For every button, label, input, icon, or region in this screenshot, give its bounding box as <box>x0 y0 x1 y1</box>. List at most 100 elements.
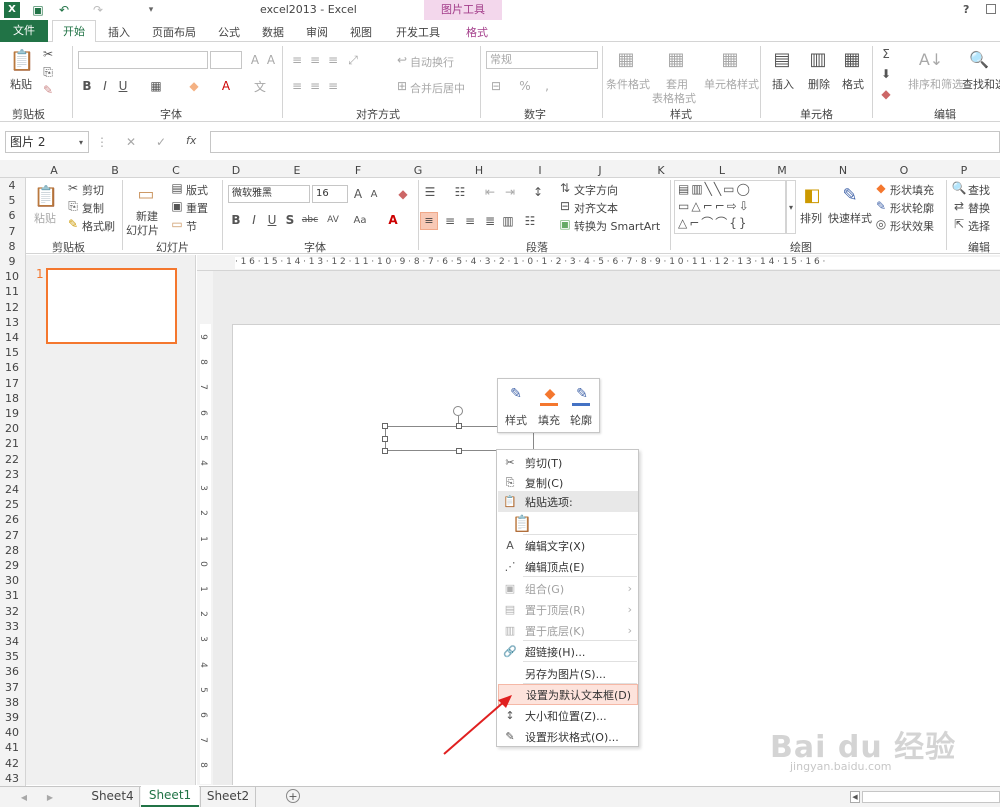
merge-center-button[interactable]: 合并后居中 <box>410 80 465 96</box>
align-center-icon[interactable]: ≡ <box>308 78 322 94</box>
scroll-left-icon[interactable]: ◀ <box>850 791 860 803</box>
horizontal-scrollbar[interactable] <box>862 791 1000 803</box>
distribute-icon[interactable]: ▥ <box>500 212 516 230</box>
sheet-tab-sheet4[interactable]: Sheet4 <box>86 787 140 807</box>
ppt-font-name-dropdown[interactable]: 微软雅黑 <box>228 185 310 203</box>
smartart-button[interactable]: 转换为 SmartArt <box>574 218 660 234</box>
row-header[interactable]: 20 <box>0 422 24 435</box>
column-header[interactable]: B <box>109 164 121 177</box>
autosum-icon[interactable]: Σ <box>878 46 894 62</box>
smartart-icon[interactable]: ▣ <box>558 216 572 232</box>
next-sheet-icon[interactable]: ▶ <box>44 789 56 805</box>
column-header[interactable]: J <box>594 164 606 177</box>
row-header[interactable]: 5 <box>0 194 24 207</box>
resize-handle-bl[interactable] <box>382 448 388 454</box>
row-header[interactable]: 7 <box>0 225 24 238</box>
bold-icon[interactable]: B <box>80 78 94 94</box>
ppt-select-icon[interactable]: ⇱ <box>952 216 966 232</box>
ppt-cut-icon[interactable]: ✂ <box>66 180 80 196</box>
ppt-grow-font-icon[interactable]: A <box>352 186 364 202</box>
shape-outline-button[interactable]: 形状轮廓 <box>890 200 934 216</box>
row-header[interactable]: 38 <box>0 696 24 709</box>
sheet-tab-sheet2[interactable]: Sheet2 <box>200 787 256 807</box>
format-cells-button[interactable]: 格式 <box>842 76 864 92</box>
row-header[interactable]: 39 <box>0 711 24 724</box>
align-top-icon[interactable]: ≡ <box>290 52 304 68</box>
cell-style-icon[interactable]: ▦ <box>718 46 742 72</box>
context-menu-item[interactable]: 另存为图片(S)... <box>498 663 638 684</box>
line-spacing-icon[interactable]: ↕ <box>530 184 546 200</box>
row-header[interactable]: 15 <box>0 346 24 359</box>
resize-handle-bc[interactable] <box>456 448 462 454</box>
row-header[interactable]: 8 <box>0 240 24 253</box>
align-text-icon[interactable]: ⊟ <box>558 198 572 214</box>
arrange-button[interactable]: 排列 <box>800 210 822 226</box>
align-right-icon[interactable]: ≡ <box>326 78 340 94</box>
paste-icon[interactable]: 📋 <box>10 46 35 74</box>
style-icon[interactable]: ✎ <box>506 385 526 403</box>
column-header[interactable]: D <box>230 164 242 177</box>
ppt-copy-icon[interactable]: ⎘ <box>66 198 80 214</box>
ppt-font-size-dropdown[interactable]: 16 <box>312 185 348 203</box>
customize-qat-icon[interactable]: ▾ <box>145 2 157 18</box>
row-header[interactable]: 13 <box>0 316 24 329</box>
row-header[interactable]: 43 <box>0 772 24 785</box>
wrap-text-icon[interactable]: ↩ <box>396 52 408 68</box>
name-box-dropdown-icon[interactable]: ▾ <box>76 135 86 149</box>
row-header[interactable]: 24 <box>0 483 24 496</box>
column-header[interactable]: K <box>655 164 667 177</box>
context-menu-item[interactable]: 🔗 超链接(H)... <box>498 641 638 662</box>
column-header[interactable]: E <box>291 164 303 177</box>
column-header[interactable]: C <box>170 164 182 177</box>
accounting-icon[interactable]: ⊟ <box>488 78 504 94</box>
context-menu-item[interactable]: ▥ 置于底层(K) › <box>498 620 638 641</box>
ppt-copy-button[interactable]: 复制 <box>82 200 104 216</box>
row-header[interactable]: 30 <box>0 574 24 587</box>
fx-icon[interactable]: fx <box>186 134 196 147</box>
slide-thumbnail[interactable] <box>46 268 177 344</box>
row-header[interactable]: 12 <box>0 301 24 314</box>
redo-icon[interactable]: ↷ <box>90 2 106 18</box>
reset-icon[interactable]: ▣ <box>170 198 184 214</box>
row-header[interactable]: 27 <box>0 529 24 542</box>
context-menu-item[interactable]: ⎘ 复制(C) <box>498 472 638 493</box>
underline-icon[interactable]: U <box>116 78 130 94</box>
format-painter-icon[interactable]: ✎ <box>40 82 56 98</box>
shrink-font-icon[interactable]: A <box>264 52 278 68</box>
table-format-icon[interactable]: ▦ <box>664 46 688 72</box>
align-center-icon[interactable]: ≡ <box>442 212 458 230</box>
shape-fill-button[interactable]: 形状填充 <box>890 182 934 198</box>
ppt-replace-button[interactable]: 替换 <box>968 200 990 216</box>
ppt-find-button[interactable]: 查找 <box>968 182 990 198</box>
section-button[interactable]: 节 <box>186 218 197 234</box>
fill-icon[interactable]: ◆ <box>540 385 560 403</box>
column-header[interactable]: P <box>958 164 970 177</box>
context-menu-item[interactable]: ⋰ 编辑顶点(E) <box>498 556 638 577</box>
shapes-scroll-icon[interactable]: ▾ <box>786 180 796 234</box>
ppt-underline-icon[interactable]: U <box>266 212 278 228</box>
row-header[interactable]: 23 <box>0 468 24 481</box>
row-header[interactable]: 36 <box>0 665 24 678</box>
ppt-paste-icon[interactable]: 📋 <box>34 182 59 210</box>
row-header[interactable]: 34 <box>0 635 24 648</box>
ppt-char-spacing-icon[interactable]: AV <box>324 212 342 228</box>
find-select-button[interactable]: 查找和选 <box>962 76 1000 92</box>
row-header[interactable]: 33 <box>0 620 24 633</box>
align-left-active-icon[interactable]: ≡ <box>420 212 438 230</box>
insert-cells-button[interactable]: 插入 <box>772 76 794 92</box>
ppt-italic-icon[interactable]: I <box>248 212 260 228</box>
insert-cells-icon[interactable]: ▤ <box>770 46 794 72</box>
increase-indent-icon[interactable]: ⇥ <box>502 184 518 200</box>
row-header[interactable]: 21 <box>0 437 24 450</box>
tab-file[interactable]: 文件 <box>0 20 48 42</box>
help-button[interactable]: ? <box>963 3 969 16</box>
numbering-icon[interactable]: ☷ <box>452 184 468 200</box>
grow-font-icon[interactable]: A <box>248 52 262 68</box>
number-format-dropdown[interactable]: 常规 <box>486 51 598 69</box>
column-header[interactable]: O <box>898 164 910 177</box>
column-header[interactable]: G <box>412 164 424 177</box>
row-header[interactable]: 29 <box>0 559 24 572</box>
row-header[interactable]: 41 <box>0 741 24 754</box>
tab-review[interactable]: 审阅 <box>306 24 328 40</box>
rotation-handle-icon[interactable] <box>453 406 463 416</box>
